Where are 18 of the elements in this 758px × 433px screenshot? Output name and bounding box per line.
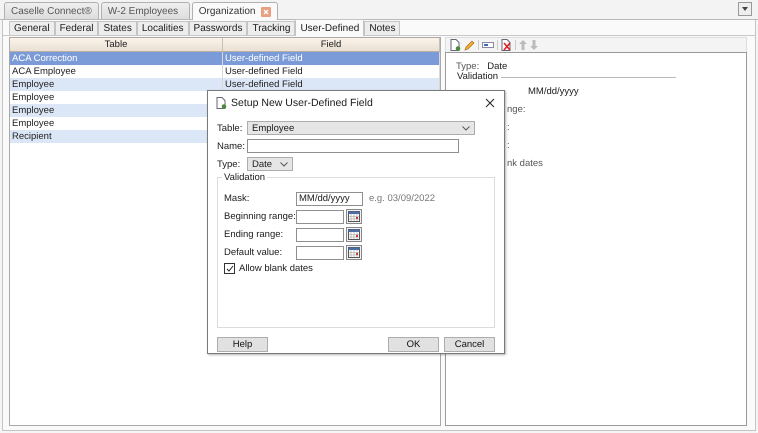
field-label: Name: [217, 140, 246, 152]
field-value: Date [487, 60, 508, 72]
field-label: Type: [456, 60, 480, 72]
field-label: Ending range: [224, 229, 284, 240]
group-title: Validation [454, 71, 502, 82]
hint-text: e.g. 03/09/2022 [369, 193, 436, 204]
dialog-title: Setup New User-Defined Field [231, 97, 373, 109]
group-title: Validation [222, 172, 268, 183]
field-label: nk dates [507, 158, 543, 168]
checkbox-label: Allow blank dates [239, 263, 313, 274]
field-label: : [507, 140, 510, 150]
field-label: nge: [507, 104, 526, 114]
field-label: : [507, 122, 510, 132]
field-value: MM/dd/yyyy [528, 86, 579, 96]
field-label: Default value: [224, 247, 284, 258]
field-label: Mask: [224, 193, 250, 204]
field-label: Beginning range: [224, 211, 294, 222]
field-label: Type: [217, 158, 242, 170]
